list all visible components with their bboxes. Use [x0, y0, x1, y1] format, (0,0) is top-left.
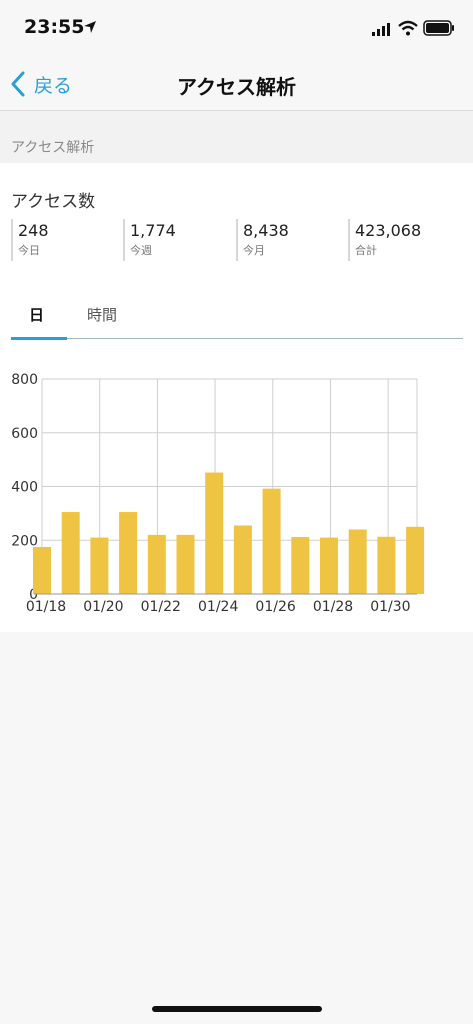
chart-bar — [33, 546, 51, 594]
access-bar-chart: 020040060080001/18 01/20 01/22 01/24 01/26 01… — [11, 372, 425, 615]
chart-bar — [176, 534, 195, 594]
navigation-bar: 戻る アクセス解析 — [0, 58, 473, 111]
stat-value: 8,438 — [243, 221, 289, 240]
chart-bar — [90, 537, 109, 594]
page-title: アクセス解析 — [177, 75, 296, 99]
x-tick-label: 01/18 — [26, 599, 66, 615]
chart-bar — [320, 537, 338, 594]
y-tick-label: 400 — [11, 480, 38, 496]
chart-bar — [205, 472, 224, 594]
stat-label: 合計 — [355, 244, 377, 257]
chart-bar — [291, 537, 310, 594]
wifi-icon — [398, 20, 418, 36]
tab-day[interactable]: 日 — [29, 295, 44, 338]
cellular-signal-icon — [372, 23, 390, 36]
chart-bar — [61, 512, 80, 594]
stat-label: 今週 — [130, 244, 152, 257]
active-tab-indicator — [11, 337, 67, 340]
section-header-label: アクセス解析 — [11, 140, 95, 156]
y-tick-label: 800 — [11, 372, 38, 388]
x-tick-label: 01/30 — [370, 599, 410, 615]
stat-value: 1,774 — [130, 221, 176, 240]
access-card: アクセス数 248 今日 1,774 今週 8,438 今月 423,068 合… — [0, 163, 473, 632]
battery-icon — [423, 20, 454, 36]
stat-value: 248 — [18, 221, 49, 240]
stat-total: 423,068 合計 — [348, 219, 455, 261]
stat-month: 8,438 今月 — [236, 219, 343, 261]
home-indicator — [152, 1006, 322, 1012]
chart-bar — [147, 534, 166, 594]
section-header: アクセス解析 — [0, 111, 473, 163]
tab-hour[interactable]: 時間 — [87, 295, 117, 338]
tab-bar: 日 時間 — [11, 295, 463, 340]
chart-bar — [348, 529, 367, 594]
tab-label: 日 — [29, 306, 45, 324]
stats-row: 248 今日 1,774 今週 8,438 今月 423,068 合計 — [11, 219, 463, 261]
card-title: アクセス数 — [11, 192, 96, 212]
status-bar: 23:55 — [0, 0, 473, 58]
x-tick-label: 01/26 — [255, 599, 295, 615]
stat-label: 今日 — [18, 244, 40, 257]
x-tick-label: 01/20 — [83, 599, 123, 615]
x-tick-label: 01/28 — [313, 599, 353, 615]
x-tick-label: 01/22 — [141, 599, 181, 615]
chart-bar — [119, 512, 138, 594]
chart-bar — [262, 488, 281, 594]
chart-bar — [377, 536, 396, 594]
stat-value: 423,068 — [355, 221, 422, 240]
chart-bar — [406, 526, 425, 594]
stat-week: 1,774 今週 — [123, 219, 230, 261]
stat-today: 248 今日 — [11, 219, 118, 261]
stat-label: 今月 — [243, 244, 265, 257]
chart-bar — [233, 525, 252, 594]
location-arrow-icon — [84, 21, 96, 33]
tab-label: 時間 — [87, 306, 118, 324]
status-time: 23:55 — [24, 16, 85, 38]
y-tick-label: 600 — [11, 426, 38, 442]
y-tick-label: 200 — [11, 533, 38, 549]
x-tick-label: 01/24 — [198, 599, 238, 615]
